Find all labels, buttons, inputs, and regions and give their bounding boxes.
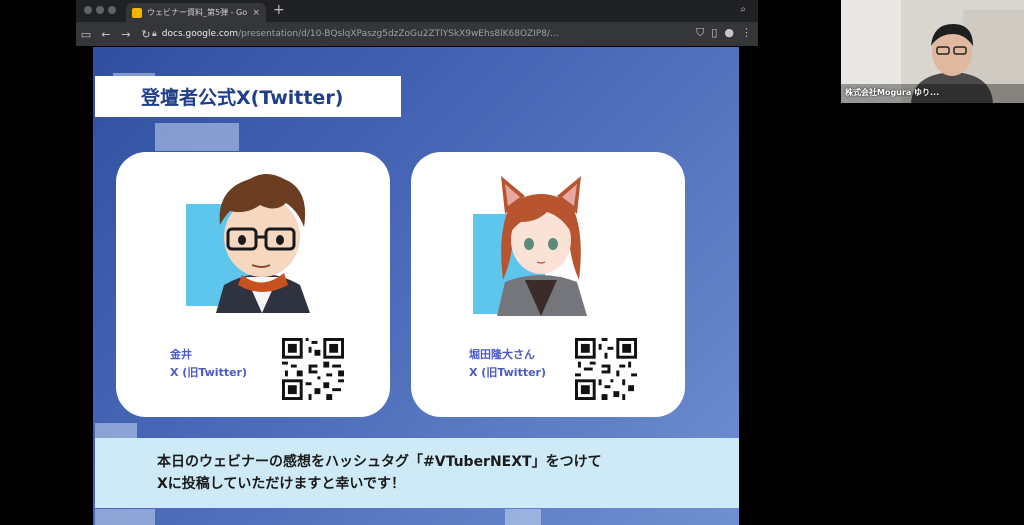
profile-icon[interactable]: ●	[724, 26, 734, 40]
avatar	[481, 170, 601, 316]
speaker-platform: X (旧Twitter)	[170, 366, 247, 379]
new-tab-button[interactable]: +	[273, 2, 285, 18]
url-path: /presentation/d/10-BQslqXPaszg5dzZoGu2ZT…	[238, 29, 559, 39]
tab-search-icon[interactable]: ⌕	[740, 4, 746, 15]
speaker-avatar-illustration	[216, 174, 310, 313]
forward-icon[interactable]: →	[116, 28, 136, 41]
speaker-card: 堀田隆大さん X (旧Twitter)	[411, 152, 685, 417]
presentation-slide: 登壇者公式X(Twitter) 金井 X (旧Twitter) 堀田隆大さん X…	[93, 47, 739, 525]
shield-icon[interactable]: ⛉	[696, 26, 704, 40]
qr-code[interactable]	[282, 338, 344, 400]
minimize-window-dot[interactable]	[96, 6, 104, 14]
decor-block	[95, 423, 137, 439]
decor-block	[505, 509, 541, 525]
decor-block	[95, 509, 155, 525]
address-bar[interactable]: 🔒︎ docs.google.com/presentation/d/10-BQs…	[152, 25, 672, 43]
message-line-1: 本日のウェビナーの感想をハッシュタグ「#VTuberNEXT」をつけて	[157, 454, 602, 470]
speaker-platform: X (旧Twitter)	[469, 366, 546, 379]
url-host: docs.google.com	[161, 29, 239, 39]
slide-title: 登壇者公式X(Twitter)	[141, 87, 344, 109]
speaker-name: 金井	[170, 348, 192, 361]
avatar	[206, 167, 318, 313]
speaker-card: 金井 X (旧Twitter)	[116, 152, 390, 417]
browser-tab[interactable]: ウェビナー資料_第5弾 - Google ×	[126, 3, 266, 22]
speaker-info: 金井 X (旧Twitter)	[170, 346, 247, 382]
speaker-name: 堀田隆大さん	[469, 348, 535, 361]
decor-block	[155, 123, 239, 151]
browser-window: ウェビナー資料_第5弾 - Google × + ⌕ ▭ ← → ↻ 🔒︎ do…	[76, 0, 758, 525]
slides-favicon-icon	[132, 7, 142, 18]
qr-code[interactable]	[575, 338, 637, 400]
tab-title: ウェビナー資料_第5弾 - Google	[147, 8, 248, 17]
url-text: docs.google.com/presentation/d/10-BQslqX…	[162, 29, 559, 39]
tab-bar: ウェビナー資料_第5弾 - Google × + ⌕	[76, 0, 758, 22]
toolbar-actions: ⛉ ▯ ● ⋮	[696, 26, 752, 40]
maximize-window-dot[interactable]	[108, 6, 116, 14]
back-icon[interactable]: ←	[96, 28, 116, 41]
reading-mode-icon[interactable]: ▯	[711, 26, 717, 40]
close-window-dot[interactable]	[84, 6, 92, 14]
hashtag-message-box: 本日のウェビナーの感想をハッシュタグ「#VTuberNEXT」をつけて Xに投稿…	[95, 438, 739, 508]
speaker-info: 堀田隆大さん X (旧Twitter)	[469, 346, 546, 382]
tab-close-icon[interactable]: ×	[252, 8, 260, 18]
lock-icon: 🔒︎	[152, 29, 157, 39]
participant-name: 株式会社Mogura ゆり...	[845, 88, 940, 97]
browser-toolbar: ▭ ← → ↻ 🔒︎ docs.google.com/presentation/…	[76, 22, 758, 46]
message-line-2: Xに投稿していただけますと幸いです！	[157, 476, 405, 492]
slide-title-box: 登壇者公式X(Twitter)	[95, 76, 401, 117]
participant-video-tile[interactable]: 株式会社Mogura ゆり...	[841, 0, 1024, 103]
sidebar-icon[interactable]: ▭	[76, 28, 96, 41]
more-menu-icon[interactable]: ⋮	[741, 26, 752, 40]
speaker-avatar-illustration	[497, 176, 587, 316]
